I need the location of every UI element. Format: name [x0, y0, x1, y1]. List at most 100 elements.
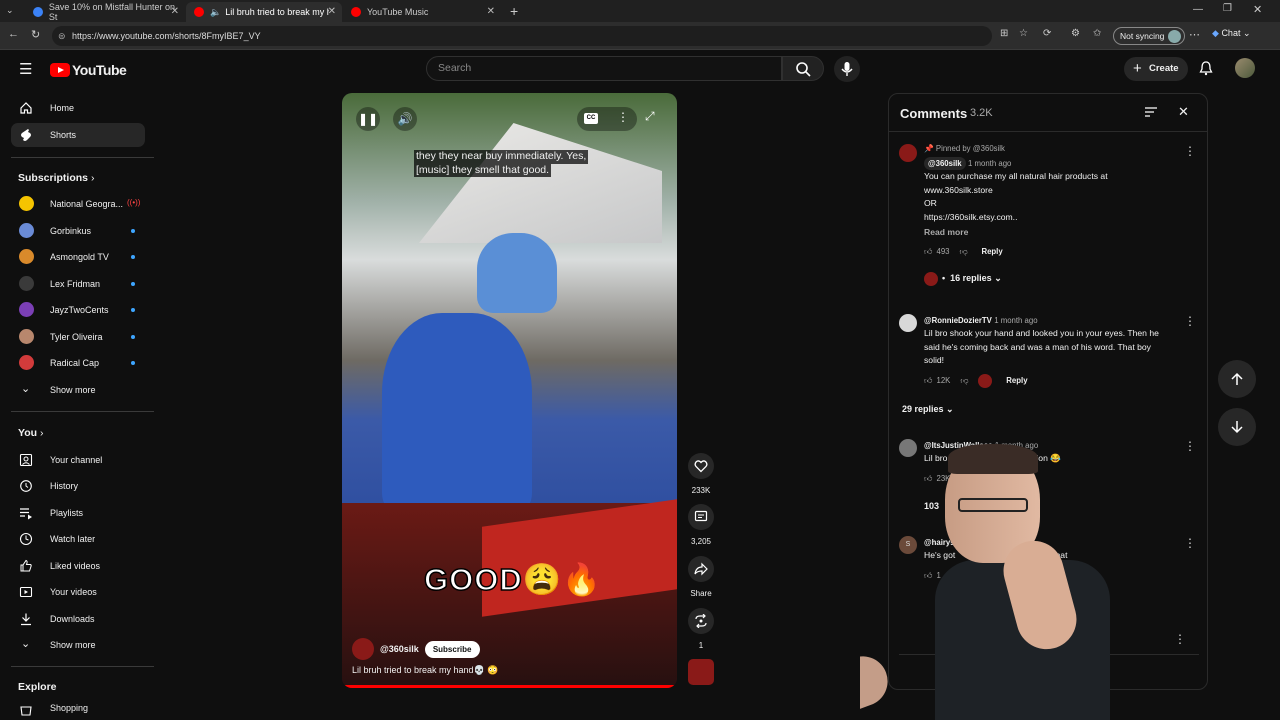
search-input[interactable]: Search [426, 56, 782, 81]
minimize-icon[interactable]: — [1193, 4, 1203, 15]
more-options-icon[interactable]: ⋯ [1189, 28, 1200, 41]
back-icon[interactable]: ← [8, 28, 19, 40]
sidebar-item-watch-later[interactable]: Watch later [11, 527, 145, 551]
muted-speaker-icon[interactable]: 🔈 [210, 7, 221, 18]
like-button[interactable] [688, 453, 714, 479]
sidebar-show-more[interactable]: ⌄ Show more [11, 378, 145, 402]
thumbs-up-icon[interactable]: 👍︎ [924, 245, 932, 258]
channel-avatar [19, 249, 34, 264]
copilot-chat-button[interactable]: ◆ Chat ⌄ [1212, 28, 1251, 39]
sidebar-item-your-channel[interactable]: Your channel [11, 448, 145, 472]
search-button[interactable] [782, 56, 824, 81]
previous-short-button[interactable] [1218, 360, 1256, 398]
menu-icon[interactable]: ☰ [19, 60, 32, 78]
pause-button[interactable]: ❚❚ [356, 107, 380, 131]
reader-icon[interactable]: ⊞ [1000, 28, 1008, 39]
reply-button[interactable]: Reply [1006, 374, 1027, 387]
remix-button[interactable] [688, 608, 714, 634]
extensions-icon[interactable]: ⟳ [1043, 28, 1051, 39]
refresh-icon[interactable]: ↻ [31, 28, 40, 41]
share-action[interactable]: Share [688, 556, 714, 598]
channel-name[interactable]: @360silk [380, 644, 419, 654]
sidebar-item-downloads[interactable]: Downloads [11, 607, 145, 631]
comment-avatar[interactable] [899, 144, 917, 162]
sidebar-sub-lexfridman[interactable]: Lex Fridman [11, 272, 145, 296]
comment-avatar[interactable] [899, 314, 917, 332]
new-tab-icon[interactable]: + [510, 3, 518, 19]
subscribe-button[interactable]: Subscribe [424, 640, 480, 658]
tab-lil-bruh[interactable]: 🔈 Lil bruh tried to break my hand ✕ [186, 2, 342, 22]
more-vert-icon[interactable]: ⋮ [617, 110, 629, 124]
sidebar-item-playlists[interactable]: Playlists [11, 501, 145, 525]
thumbs-down-icon[interactable]: 👎︎ [960, 374, 968, 387]
captions-icon[interactable]: CC [584, 113, 598, 124]
sound-thumbnail[interactable] [688, 659, 714, 685]
video-frame-person [477, 233, 557, 313]
comment-more-icon[interactable]: ⋮ [1174, 632, 1186, 646]
url-field[interactable]: ⊜ https://www.youtube.com/shorts/8FmyIBE… [52, 26, 992, 46]
sidebar-item-shopping[interactable]: Shopping [11, 698, 145, 718]
sidebar-sub-asmongold[interactable]: Asmongold TV [11, 245, 145, 269]
reply-button[interactable]: Reply [981, 245, 1002, 258]
shopping-icon [20, 706, 32, 716]
voice-search-button[interactable] [834, 56, 860, 82]
comment-user[interactable]: @360silk [924, 157, 966, 171]
site-info-icon[interactable]: ⊜ [58, 26, 66, 46]
read-more-link[interactable]: Read more [924, 226, 1179, 239]
sidebar-sub-gorbinkus[interactable]: Gorbinkus [11, 219, 145, 243]
tab-list-icon[interactable]: ⌄ [6, 5, 14, 16]
sidebar-item-home[interactable]: Home [11, 96, 145, 120]
thumbs-up-icon[interactable]: 👍︎ [924, 374, 932, 387]
you-heading[interactable]: You › [18, 427, 43, 439]
close-comments-button[interactable]: ✕ [1178, 104, 1189, 120]
comment-more-icon[interactable]: ⋮ [1184, 144, 1196, 158]
sidebar-item-liked-videos[interactable]: Liked videos [11, 554, 145, 578]
collections-icon[interactable]: ✩ [1093, 28, 1101, 39]
sidebar-item-history[interactable]: History [11, 474, 145, 498]
comments-button[interactable] [688, 504, 714, 530]
favorite-star-icon[interactable]: ☆ [1019, 28, 1028, 39]
fullscreen-icon[interactable]: ⤢ [645, 109, 655, 124]
profile-sync-button[interactable]: Not syncing [1113, 27, 1186, 45]
restore-icon[interactable]: ❐ [1223, 3, 1232, 14]
tab-mistfall[interactable]: Save 10% on Mistfall Hunter on St ✕ [25, 2, 185, 22]
view-replies-button[interactable]: 29 replies ⌄ [902, 403, 1179, 416]
close-tab-icon[interactable]: ✕ [171, 6, 179, 17]
sidebar-item-shorts[interactable]: Shorts [11, 123, 145, 147]
comment-more-icon[interactable]: ⋮ [1184, 536, 1196, 550]
view-replies-button[interactable]: • 16 replies ⌄ [924, 271, 1179, 286]
playlists-icon [20, 508, 32, 520]
subscriptions-heading[interactable]: Subscriptions › [18, 172, 94, 184]
pin-icon: 📌 [924, 144, 934, 153]
tab-youtube-music[interactable]: YouTube Music ✕ [343, 2, 501, 22]
sort-button[interactable] [1144, 105, 1158, 124]
sidebar-show-more-you[interactable]: ⌄ Show more [11, 633, 145, 657]
comment-more-icon[interactable]: ⋮ [1184, 439, 1196, 453]
next-short-button[interactable] [1218, 408, 1256, 446]
like-action[interactable]: 233K [688, 453, 714, 495]
sidebar-sub-jayztwocents[interactable]: JayzTwoCents [11, 298, 145, 322]
channel-avatar[interactable] [352, 638, 374, 660]
sidebar-sub-radicalcap[interactable]: Radical Cap [11, 351, 145, 375]
notifications-button[interactable] [1198, 60, 1214, 81]
comments-action[interactable]: 3,205 [688, 504, 714, 546]
comment-user[interactable]: @RonnieDozierTV [924, 316, 992, 325]
close-window-icon[interactable]: ✕ [1253, 3, 1262, 16]
tracking-icon[interactable]: ⚙ [1071, 28, 1080, 39]
sidebar-sub-tyleroliveira[interactable]: Tyler Oliveira [11, 325, 145, 349]
sidebar-item-label: History [50, 481, 79, 491]
share-button[interactable] [688, 556, 714, 582]
sidebar-item-your-videos[interactable]: Your videos [11, 580, 145, 604]
volume-button[interactable]: 🔊 [393, 107, 417, 131]
shorts-video-player[interactable]: ❚❚ 🔊 CC ⋮ ⤢ they they near buy immediate… [342, 93, 677, 688]
sidebar-sub-natgeo[interactable]: National Geogra... ((•)) [11, 192, 145, 216]
comment-more-icon[interactable]: ⋮ [1184, 314, 1196, 328]
create-button[interactable]: + Create [1124, 57, 1188, 81]
account-avatar[interactable] [1235, 58, 1255, 78]
close-tab-icon[interactable]: ✕ [328, 6, 336, 17]
close-tab-icon[interactable]: ✕ [487, 6, 495, 17]
thumbs-down-icon[interactable]: 👎︎ [960, 245, 968, 258]
youtube-logo[interactable]: YouTube [50, 62, 127, 78]
video-progress-bar[interactable] [342, 685, 677, 688]
remix-action[interactable]: 1 [688, 608, 714, 650]
